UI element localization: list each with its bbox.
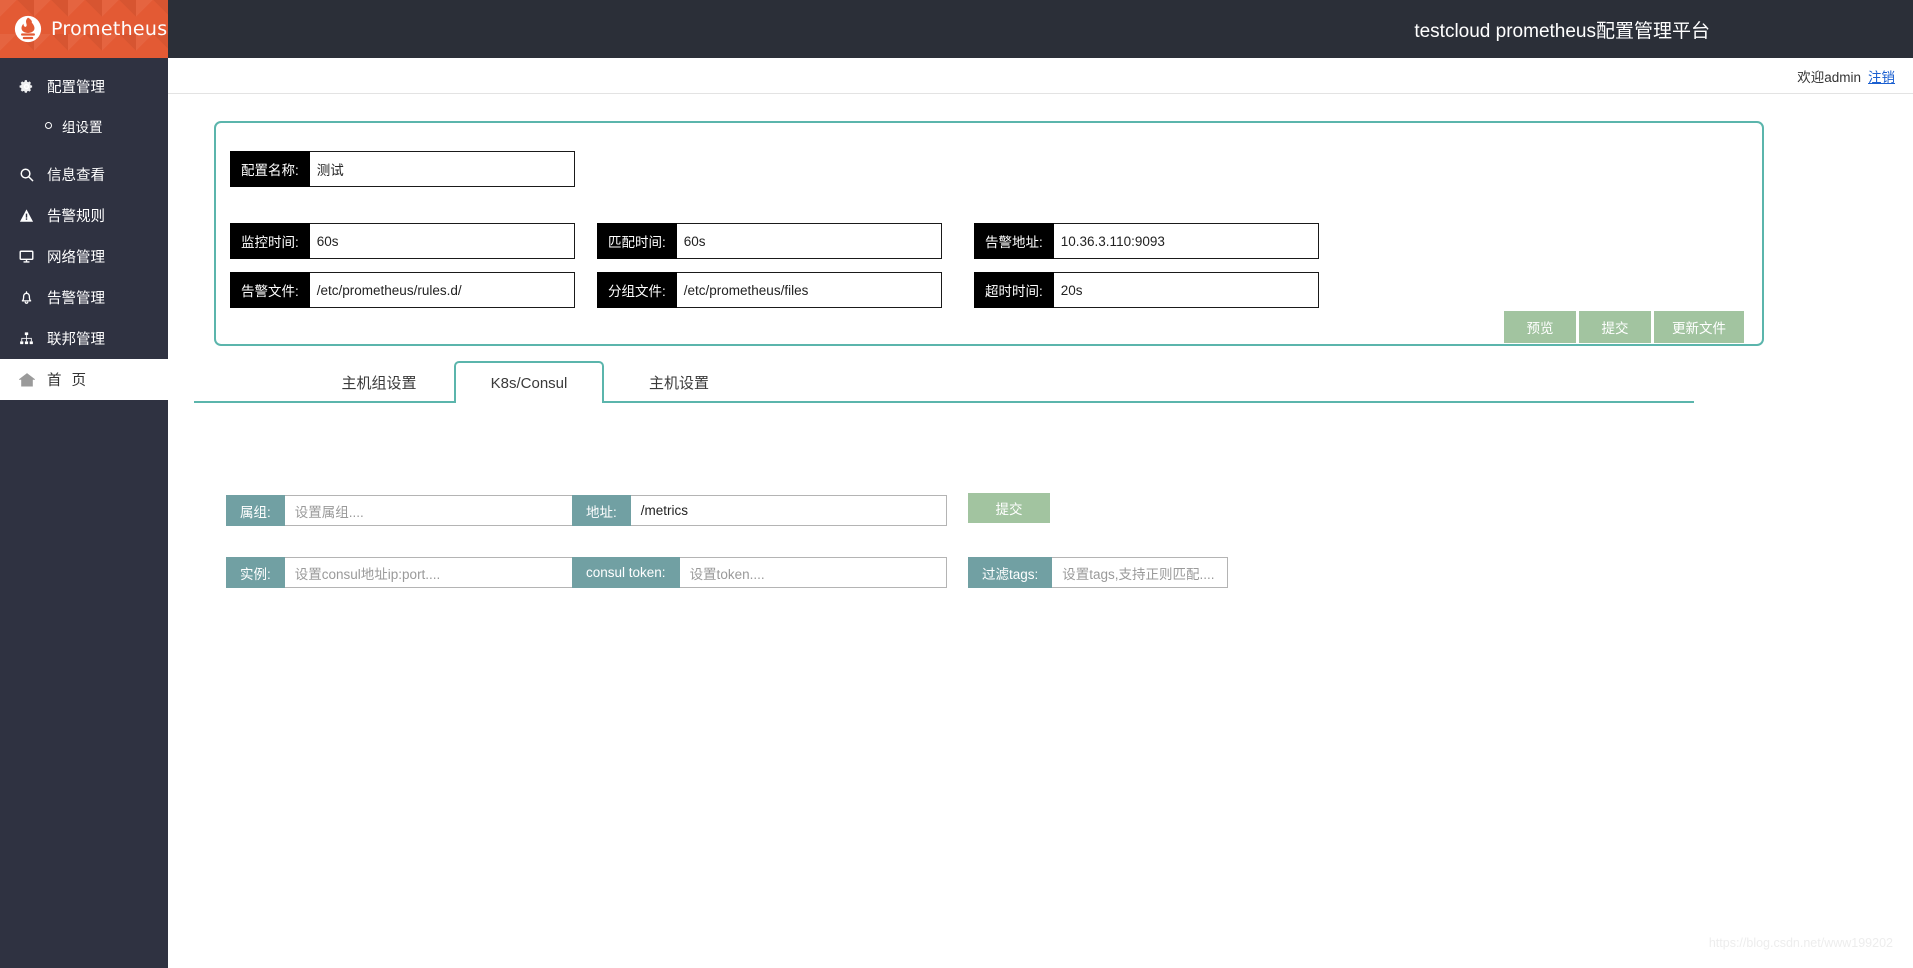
sidebar-item-label: 联邦管理 [47,332,105,348]
address-input[interactable]: /metrics [630,495,947,526]
field-label: 告警地址: [974,223,1054,259]
field-monitor-time: 监控时间: 60s [230,223,575,259]
k8s-consul-form: 属组: 设置属组.... 地址: /metrics 提交 实例: 设置consu… [168,440,1913,640]
field-address: 地址: /metrics [572,495,947,526]
sidebar-item-federation-management[interactable]: 联邦管理 [0,318,168,359]
sidebar-item-label: 网络管理 [47,250,105,266]
alert-file-input[interactable]: /etc/prometheus/rules.d/ [309,272,575,308]
sidebar-item-alert-management[interactable]: 告警管理 [0,277,168,318]
sitemap-icon [18,330,35,347]
preview-button[interactable]: 预览 [1504,311,1576,343]
submit-button[interactable]: 提交 [1579,311,1651,343]
timeout-input[interactable]: 20s [1053,272,1319,308]
sidebar-item-label: 信息查看 [47,168,105,184]
instance-input[interactable]: 设置consul地址ip:port.... [284,557,578,588]
field-filter-tags: 过滤tags: 设置tags,支持正则匹配.... [968,557,1228,588]
sidebar: Prometheus 配置管理 组设置 信息查看 告警规则 网络管理 告警管理 … [0,0,168,968]
field-label: 属组: [226,495,285,526]
search-icon [18,166,35,183]
field-label: 地址: [572,495,631,526]
sidebar-nav: 配置管理 组设置 信息查看 告警规则 网络管理 告警管理 联邦管理 首 页 [0,58,168,400]
sidebar-item-label: 告警规则 [47,209,105,225]
logout-link[interactable]: 注销 [1868,66,1895,86]
warning-triangle-icon [18,207,35,224]
field-group: 属组: 设置属组.... [226,495,578,526]
sidebar-item-network-management[interactable]: 网络管理 [0,236,168,277]
brand-header[interactable]: Prometheus [0,0,168,58]
sidebar-item-home[interactable]: 首 页 [0,359,168,400]
welcome-text: 欢迎admin [1797,69,1861,85]
field-group-file: 分组文件: /etc/prometheus/files [597,272,942,308]
main-content: 配置名称: 测试 监控时间: 60s 匹配时间: 60s 告警地址: 10.36… [168,95,1913,968]
field-alert-address: 告警地址: 10.36.3.110:9093 [974,223,1319,259]
update-file-button[interactable]: 更新文件 [1654,311,1744,343]
field-alert-file: 告警文件: /etc/prometheus/rules.d/ [230,272,575,308]
sidebar-item-label: 告警管理 [47,291,105,307]
field-label: 配置名称: [230,151,310,187]
config-panel: 配置名称: 测试 监控时间: 60s 匹配时间: 60s 告警地址: 10.36… [214,121,1764,346]
home-icon [18,371,35,388]
field-label: 监控时间: [230,223,310,259]
panel-action-buttons: 预览 提交 更新文件 [1504,311,1744,343]
sidebar-subitem-label: 组设置 [62,119,103,135]
prometheus-torch-icon [14,15,42,43]
field-label: 告警文件: [230,272,310,308]
field-label: consul token: [572,557,680,588]
page-title: testcloud prometheus配置管理平台 [1414,20,1710,42]
sidebar-item-config-management[interactable]: 配置管理 [0,66,168,107]
field-match-time: 匹配时间: 60s [597,223,942,259]
config-name-input[interactable]: 测试 [309,151,575,187]
field-label: 实例: [226,557,285,588]
k8s-consul-submit-button[interactable]: 提交 [968,493,1050,523]
field-label: 超时时间: [974,272,1054,308]
tab-host-group-settings[interactable]: 主机组设置 [304,361,454,401]
group-file-input[interactable]: /etc/prometheus/files [676,272,942,308]
sidebar-item-alert-rules[interactable]: 告警规则 [0,195,168,236]
circle-dot-icon [45,122,52,129]
field-instance: 实例: 设置consul地址ip:port.... [226,557,578,588]
field-timeout: 超时时间: 20s [974,272,1319,308]
watermark-text: https://blog.csdn.net/www199202 [1708,936,1893,950]
consul-token-input[interactable]: 设置token.... [679,557,947,588]
sidebar-item-group-settings[interactable]: 组设置 [0,107,168,144]
field-label: 过滤tags: [968,557,1053,588]
field-label: 匹配时间: [597,223,677,259]
tab-host-settings[interactable]: 主机设置 [604,361,754,401]
top-header-bar: testcloud prometheus配置管理平台 [168,0,1913,58]
brand-name: Prometheus [51,18,168,40]
bell-icon [18,289,35,306]
app-root: Prometheus 配置管理 组设置 信息查看 告警规则 网络管理 告警管理 … [0,0,1913,968]
sidebar-item-info-view[interactable]: 信息查看 [0,154,168,195]
tab-bar: 主机组设置 K8s/Consul 主机设置 [194,361,1694,403]
alert-address-input[interactable]: 10.36.3.110:9093 [1053,223,1319,259]
monitor-time-input[interactable]: 60s [309,223,575,259]
filter-tags-input[interactable]: 设置tags,支持正则匹配.... [1052,557,1228,588]
field-label: 分组文件: [597,272,677,308]
sidebar-item-label: 首 页 [47,373,90,389]
field-config-name: 配置名称: 测试 [230,151,575,187]
field-consul-token: consul token: 设置token.... [572,557,947,588]
group-input[interactable]: 设置属组.... [284,495,578,526]
monitor-icon [18,248,35,265]
match-time-input[interactable]: 60s [676,223,942,259]
sidebar-item-label: 配置管理 [47,80,105,96]
user-bar: 欢迎admin 注销 [168,58,1913,94]
tab-k8s-consul[interactable]: K8s/Consul [454,361,604,403]
gear-icon [18,78,35,95]
